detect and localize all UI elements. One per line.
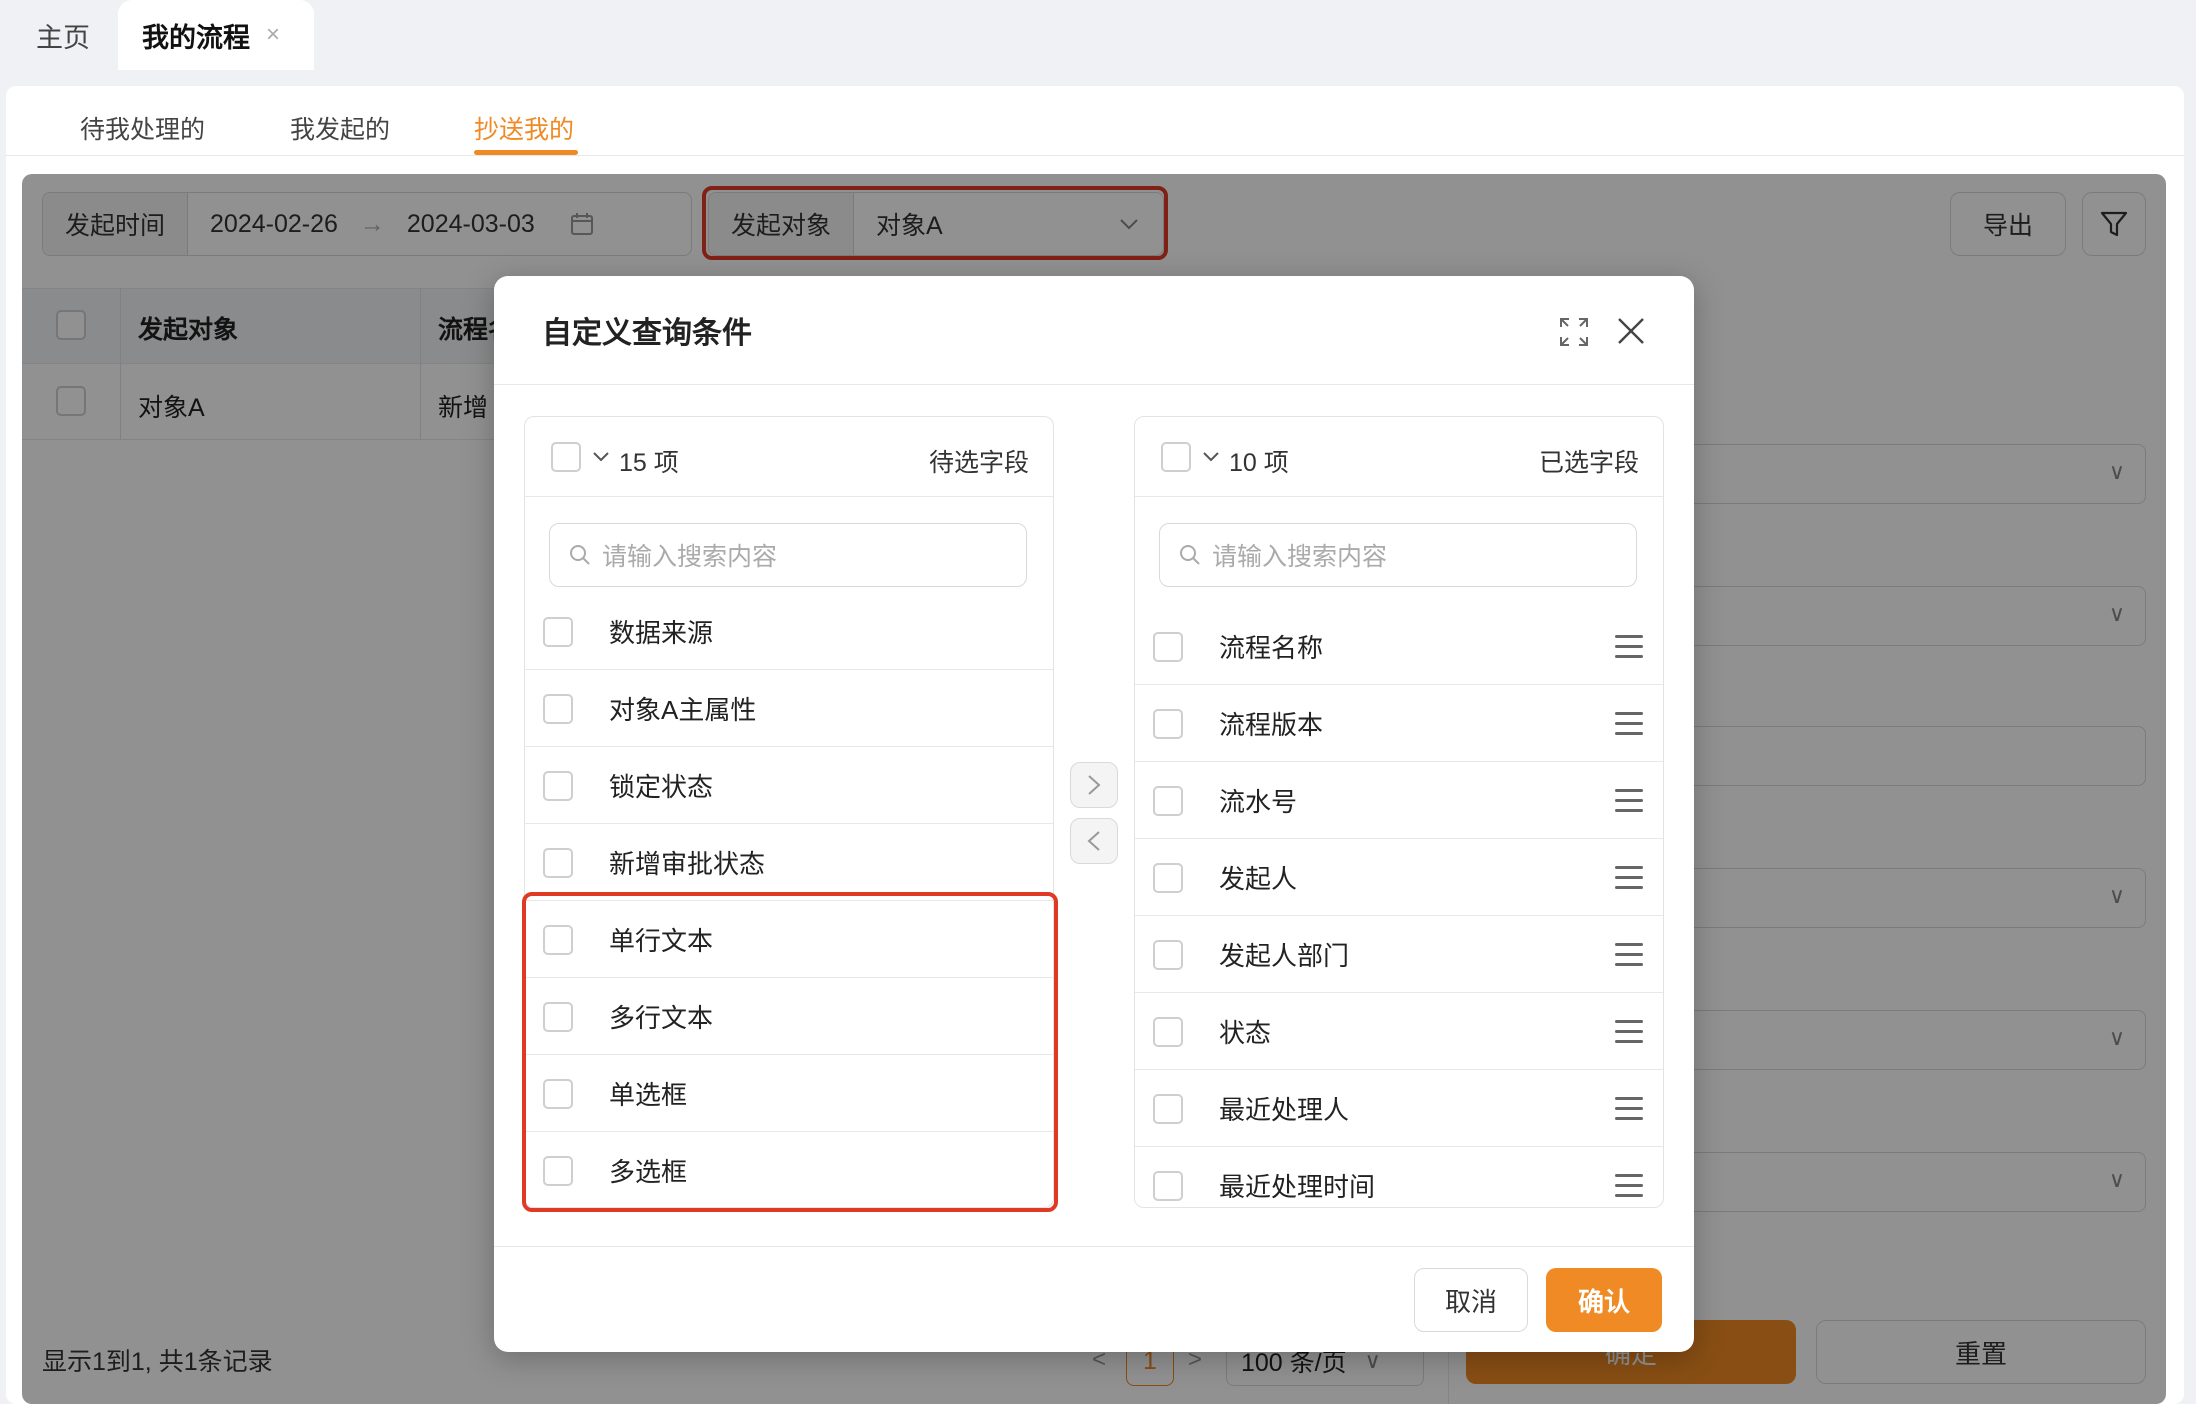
selected-count: 10 项 xyxy=(1229,449,1289,477)
item-checkbox[interactable] xyxy=(543,847,573,878)
available-search-input[interactable]: 请输入搜索内容 xyxy=(549,523,1027,587)
subtab-indicator xyxy=(474,150,578,155)
tab-my-process-label: 我的流程 xyxy=(142,22,250,53)
close-icon[interactable]: × xyxy=(266,21,280,49)
item-label: 最近处理人 xyxy=(1219,1095,1350,1125)
subtab-initiated[interactable]: 我发起的 xyxy=(290,110,390,146)
item-checkbox[interactable] xyxy=(543,616,573,647)
available-title: 待选字段 xyxy=(928,449,1029,477)
tab-bar xyxy=(0,0,2196,70)
selected-search-placeholder: 请输入搜索内容 xyxy=(1212,543,1388,571)
subtab-cc[interactable]: 抄送我的 xyxy=(474,110,574,146)
search-icon xyxy=(570,545,590,565)
item-checkbox[interactable] xyxy=(543,770,573,801)
drag-handle-icon[interactable] xyxy=(1615,712,1643,736)
selected-select-all-checkbox[interactable] xyxy=(1161,442,1191,472)
available-search-placeholder: 请输入搜索内容 xyxy=(602,543,778,571)
item-checkbox[interactable] xyxy=(1153,785,1183,816)
drag-handle-icon[interactable] xyxy=(1615,1097,1643,1121)
item-label: 状态 xyxy=(1219,1018,1272,1048)
search-icon xyxy=(1180,545,1200,565)
maximize-icon[interactable] xyxy=(1558,316,1590,348)
item-label: 发起人部门 xyxy=(1219,941,1350,971)
item-label: 新增审批状态 xyxy=(609,849,766,879)
item-checkbox[interactable] xyxy=(543,693,573,724)
list-item[interactable]: 流程版本 xyxy=(1135,686,1663,762)
chevron-down-icon[interactable] xyxy=(1203,452,1219,462)
tab-my-process[interactable]: 我的流程 × xyxy=(118,0,314,70)
list-item[interactable]: 最近处理时间 xyxy=(1135,1148,1663,1207)
selected-fields-list: 10 项 已选字段 请输入搜索内容 流程名称 流程版本 流水号 发起人 发起人部… xyxy=(1134,416,1664,1208)
list-item[interactable]: 锁定状态 xyxy=(525,748,1053,824)
chevron-right-icon xyxy=(1088,775,1101,795)
item-label: 对象A主属性 xyxy=(609,695,757,725)
item-label: 流程版本 xyxy=(1219,710,1324,740)
drag-handle-icon[interactable] xyxy=(1615,635,1643,659)
available-count: 15 项 xyxy=(619,449,679,477)
subtab-pending[interactable]: 待我处理的 xyxy=(80,110,205,146)
item-checkbox[interactable] xyxy=(1153,1016,1183,1047)
selected-title: 已选字段 xyxy=(1538,449,1639,477)
drag-handle-icon[interactable] xyxy=(1615,789,1643,813)
item-label: 数据来源 xyxy=(609,618,714,648)
item-checkbox[interactable] xyxy=(1153,939,1183,970)
item-label: 最近处理时间 xyxy=(1219,1172,1376,1202)
list-item[interactable]: 发起人部门 xyxy=(1135,917,1663,993)
chevron-down-icon[interactable] xyxy=(593,452,609,462)
list-item[interactable]: 对象A主属性 xyxy=(525,671,1053,747)
item-checkbox[interactable] xyxy=(1153,862,1183,893)
list-item[interactable]: 状态 xyxy=(1135,994,1663,1070)
item-label: 流水号 xyxy=(1219,787,1298,817)
move-left-button[interactable] xyxy=(1070,818,1118,864)
item-checkbox[interactable] xyxy=(1153,1170,1183,1201)
list-item[interactable]: 最近处理人 xyxy=(1135,1071,1663,1147)
highlight-new-fields xyxy=(522,892,1058,1212)
confirm-button[interactable]: 确认 xyxy=(1546,1268,1662,1332)
item-label: 流程名称 xyxy=(1219,633,1324,663)
drag-handle-icon[interactable] xyxy=(1615,1174,1643,1198)
close-icon[interactable] xyxy=(1616,316,1646,346)
item-label: 锁定状态 xyxy=(609,772,714,802)
list-item[interactable]: 流程名称 xyxy=(1135,609,1663,685)
move-right-button[interactable] xyxy=(1070,762,1118,808)
chevron-left-icon xyxy=(1087,831,1100,851)
list-item[interactable]: 流水号 xyxy=(1135,763,1663,839)
tab-home[interactable]: 主页 xyxy=(36,0,90,70)
drag-handle-icon[interactable] xyxy=(1615,943,1643,967)
dialog-title: 自定义查询条件 xyxy=(542,317,752,350)
item-checkbox[interactable] xyxy=(1153,708,1183,739)
available-select-all-checkbox[interactable] xyxy=(551,442,581,472)
drag-handle-icon[interactable] xyxy=(1615,1020,1643,1044)
selected-fields-header: 10 项 已选字段 xyxy=(1135,417,1663,497)
item-checkbox[interactable] xyxy=(1153,631,1183,662)
available-fields-header: 15 项 待选字段 xyxy=(525,417,1053,497)
list-item[interactable]: 新增审批状态 xyxy=(525,825,1053,901)
cancel-button[interactable]: 取消 xyxy=(1414,1268,1528,1332)
dialog-footer-divider xyxy=(494,1246,1694,1247)
selected-search-input[interactable]: 请输入搜索内容 xyxy=(1159,523,1637,587)
dialog-header-divider xyxy=(494,384,1694,385)
item-label: 发起人 xyxy=(1219,864,1298,894)
drag-handle-icon[interactable] xyxy=(1615,866,1643,890)
list-item[interactable]: 发起人 xyxy=(1135,840,1663,916)
item-checkbox[interactable] xyxy=(1153,1093,1183,1124)
list-item[interactable]: 数据来源 xyxy=(525,594,1053,670)
